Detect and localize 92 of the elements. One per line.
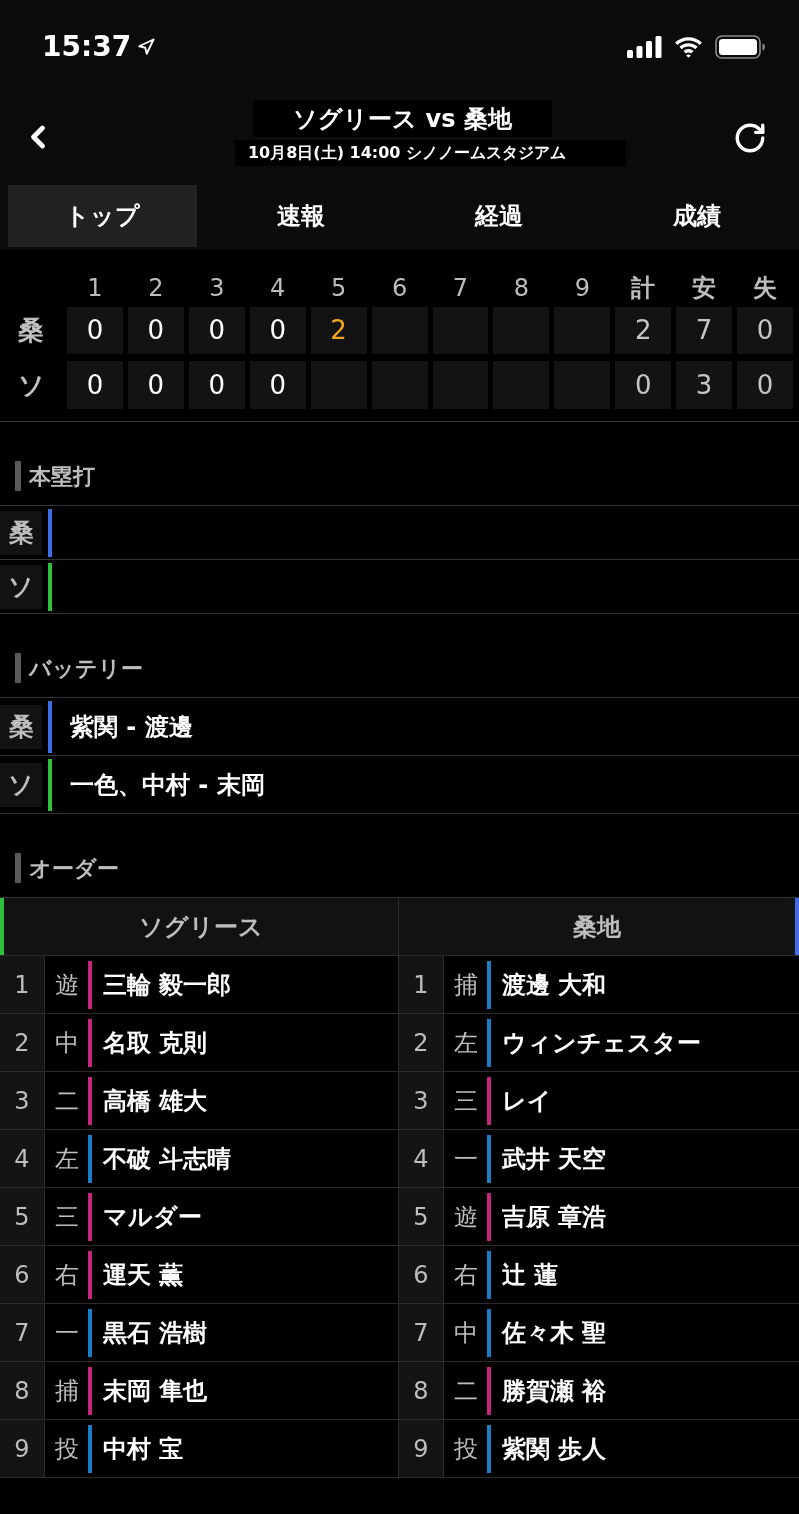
battery-players: 紫関 - 渡邊 [70,711,193,743]
inning-label: 3 [208,273,226,304]
inning-label: 6 [390,273,409,304]
team-badge: ソ [0,564,42,609]
batting-order-cell: 5 [399,1188,443,1245]
player-name: 勝賀瀬 裕 [502,1375,607,1407]
team-badge: ソ [0,762,42,807]
team-label: 桑 [17,314,45,347]
team-badge: 桑 [0,704,42,749]
inning-label: 4 [269,273,287,304]
player-name: 渡邊 大和 [502,969,607,1001]
game-subtitle: 10月8日(土) 14:00 シノノームスタジアム [234,140,627,166]
batting-order-cell: 1 [0,956,44,1013]
refresh-button[interactable] [733,121,767,155]
batting-order-cell: 9 [399,1420,443,1477]
batting-order-cell: 1 [399,956,443,1013]
batting-order-cell: 7 [399,1304,443,1361]
player-name: 吉原 章浩 [502,1201,607,1233]
batting-order-cell: 8 [399,1362,443,1419]
inning-label: 2 [147,273,165,304]
batting-order-cell: 3 [399,1072,443,1129]
signal-icon [627,36,662,58]
total-cell: 0 [737,307,793,354]
inning-label: 7 [451,273,470,304]
player-name: マルダー [103,1201,202,1233]
section-heading: バッテリー [29,654,143,683]
total-cell: 0 [737,361,793,409]
score-cell: 2 [310,307,367,354]
score-cell: 0 [127,361,184,409]
inning-label: 8 [512,273,530,304]
player-name: 名取 克則 [103,1027,208,1059]
battery-icon [715,35,766,59]
batting-order-cell: 5 [0,1188,44,1245]
wifi-icon [673,36,704,58]
batting-order-cell: 4 [0,1130,44,1187]
total-cell: 3 [676,361,733,409]
team-badge: 桑 [0,510,42,555]
refresh-icon [733,121,767,155]
batting-order-cell: 2 [399,1014,443,1071]
player-name: 紫関 歩人 [502,1433,607,1465]
player-name: 武井 天空 [502,1143,607,1175]
tab[interactable]: 成績 [602,185,791,247]
section-heading: 本塁打 [29,462,95,491]
total-cell: 7 [676,307,733,354]
player-name: 黒石 浩樹 [103,1317,208,1349]
batting-order-cell: 6 [399,1246,443,1303]
batting-order-cell: 7 [0,1304,44,1361]
section-heading: オーダー [29,854,119,883]
location-arrow-icon [137,38,156,56]
batting-order-cell: 2 [0,1014,44,1071]
tab[interactable]: 速報 [206,185,395,247]
total-label: 失 [752,273,779,304]
player-name: 三輪 毅一郎 [103,969,232,1001]
battery-players: 一色、中村 - 末岡 [70,769,265,801]
status-time: 15:37 [42,33,132,61]
heading-marker-icon [15,853,21,883]
batting-order-cell: 8 [0,1362,44,1419]
heading-marker-icon [15,653,21,683]
score-cell: 0 [127,307,184,354]
tab[interactable]: トップ [8,185,197,247]
tab[interactable]: 経過 [404,185,593,247]
total-label: 安 [691,273,718,304]
batting-order-cell: 3 [0,1072,44,1129]
player-name: 高橋 雄大 [103,1085,208,1117]
batting-order-cell: 6 [0,1246,44,1303]
heading-marker-icon [15,461,21,491]
score-cell: 0 [67,307,123,354]
total-label: 計 [630,273,657,304]
game-title: ソグリース vs 桑地 [253,100,552,137]
player-name: 運天 薫 [103,1259,184,1291]
player-name: 佐々木 聖 [502,1317,607,1349]
inning-label: 5 [329,273,348,304]
inning-label: 1 [86,273,104,304]
score-cell: 0 [249,307,306,354]
score-cell: 0 [188,361,245,409]
team-label: ソ [16,368,46,402]
score-cell: 0 [67,361,123,409]
total-cell: 2 [615,307,672,354]
score-cell: 0 [188,307,245,354]
player-name: 不破 斗志晴 [103,1143,232,1175]
player-name: ウィンチェスター [502,1027,701,1059]
team-name: ソグリース [138,911,264,943]
player-name: レイ [502,1085,552,1117]
total-cell: 0 [615,361,672,409]
player-name: 辻 蓮 [502,1259,559,1291]
score-cell: 0 [249,361,306,409]
player-name: 末岡 隼也 [103,1375,208,1407]
batting-order-cell: 9 [0,1420,44,1477]
team-name: 桑地 [572,911,622,943]
player-name: 中村 宝 [103,1433,184,1465]
batting-order-cell: 4 [399,1130,443,1187]
inning-label: 9 [573,273,591,304]
